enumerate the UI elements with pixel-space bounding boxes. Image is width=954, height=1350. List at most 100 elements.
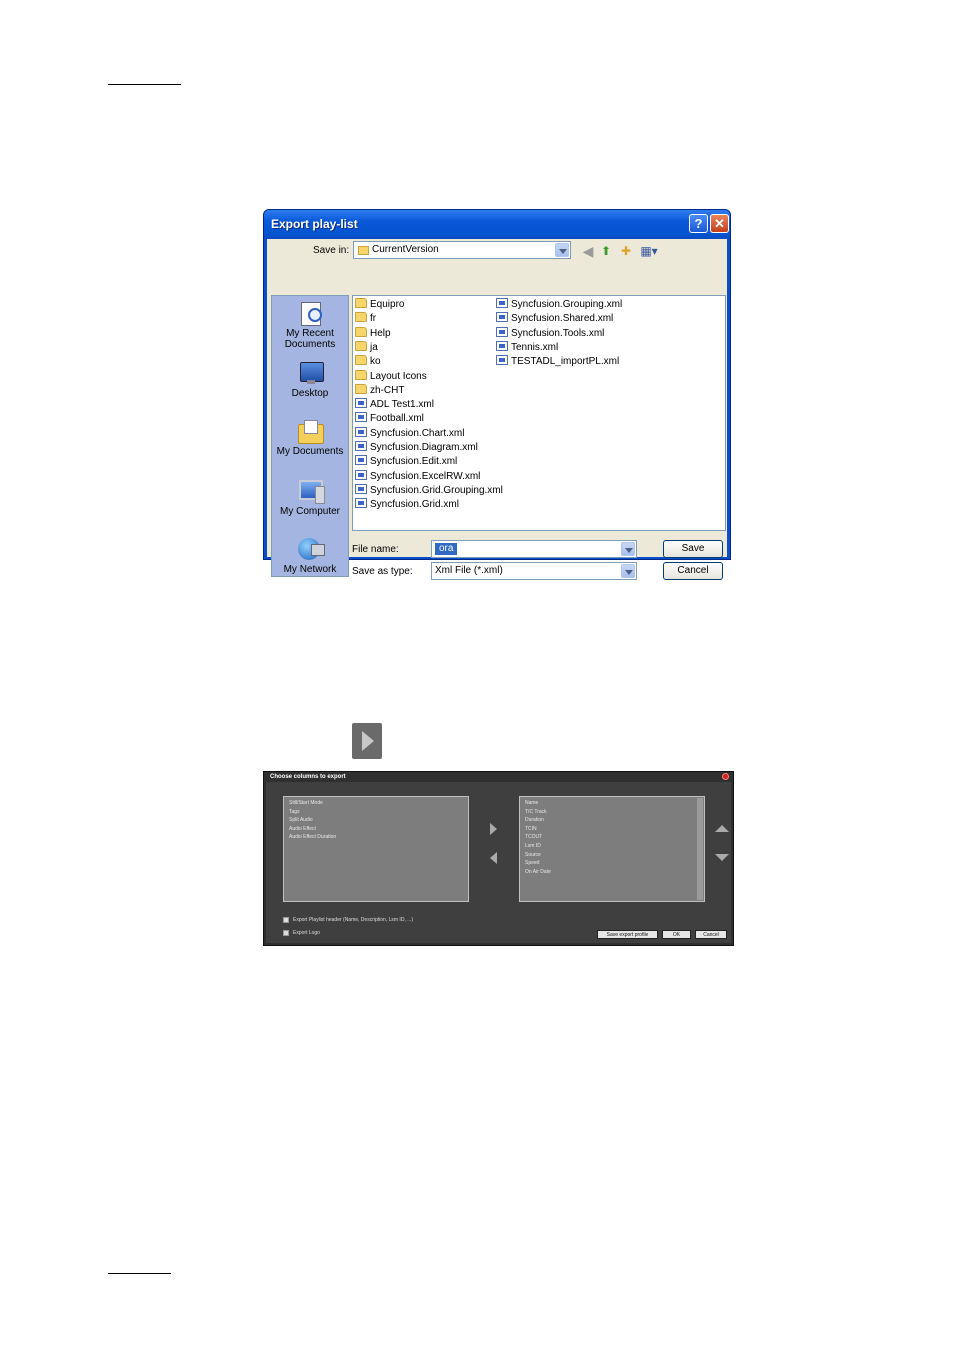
new-folder-icon[interactable]: ✚: [618, 243, 634, 259]
file-item[interactable]: zh-CHT: [355, 383, 404, 398]
xml-file-icon: [355, 455, 367, 466]
folder-icon: [355, 340, 367, 351]
save-in-label: Save in:: [313, 245, 350, 256]
column-item[interactable]: Duration: [525, 816, 544, 824]
chevron-down-icon[interactable]: [621, 542, 635, 556]
save-as-type-label: Save as type:: [352, 566, 413, 577]
file-name: ja: [370, 341, 378, 353]
file-name: ADL Test1.xml: [370, 399, 434, 411]
column-item[interactable]: Audio Effect: [289, 825, 316, 833]
move-right-button[interactable]: [352, 723, 382, 759]
column-item[interactable]: TCIN: [525, 825, 537, 833]
folder-icon: [355, 326, 367, 337]
save-in-combo[interactable]: CurrentVersion: [353, 241, 571, 259]
save-as-type-select[interactable]: Xml File (*.xml): [431, 562, 637, 580]
file-name-field[interactable]: ora: [431, 540, 637, 558]
desktop-icon: [295, 360, 325, 386]
move-down-icon[interactable]: [715, 854, 729, 861]
file-name: Syncfusion.Diagram.xml: [370, 442, 478, 453]
file-item[interactable]: Syncfusion.Diagram.xml: [355, 441, 478, 455]
place-label: My Recent Documents: [284, 328, 336, 350]
move-up-icon[interactable]: [715, 825, 729, 832]
file-item[interactable]: Syncfusion.Edit.xml: [355, 455, 457, 469]
save-button[interactable]: Save: [663, 540, 723, 558]
file-name: Syncfusion.Grid.xml: [370, 499, 459, 511]
file-item[interactable]: Syncfusion.Grid.Grouping.xml: [355, 483, 503, 498]
views-menu-icon[interactable]: ▦▾: [638, 243, 660, 259]
file-item[interactable]: TESTADL_importPL.xml: [496, 355, 619, 369]
save-export-profile-button[interactable]: Save export profile: [597, 930, 658, 939]
folder-icon: [355, 312, 367, 323]
file-name-label: File name:: [352, 544, 399, 555]
file-item[interactable]: ja: [355, 340, 378, 355]
file-name: Syncfusion.Tools.xml: [511, 327, 605, 339]
file-item[interactable]: Syncfusion.Chart.xml: [355, 426, 464, 441]
column-item[interactable]: Tags: [289, 808, 300, 816]
place-my-computer[interactable]: My Computer: [272, 478, 348, 517]
ok-button[interactable]: OK: [662, 930, 691, 939]
available-columns-list[interactable]: Still/Start Mode Tags Split Audio Audio Eff…: [283, 796, 469, 902]
up-folder-icon[interactable]: ⬆: [598, 243, 614, 259]
places-bar: My Recent Documents Desktop My Documents: [271, 295, 349, 577]
close-icon[interactable]: [722, 773, 729, 780]
place-my-documents[interactable]: My Documents: [272, 418, 348, 457]
chevron-down-icon[interactable]: [555, 243, 569, 257]
move-right-icon[interactable]: [490, 823, 497, 835]
back-icon[interactable]: ◀: [580, 243, 596, 259]
xml-file-icon: [355, 483, 367, 494]
close-button[interactable]: ✕: [710, 214, 729, 233]
place-desktop[interactable]: Desktop: [272, 360, 348, 399]
place-my-network[interactable]: My Network: [272, 536, 348, 575]
selected-columns-list[interactable]: Name T/C Track Duration TCIN TCOUT Lsm ID Sour…: [519, 796, 705, 902]
column-item[interactable]: Split Audio: [289, 816, 313, 824]
export-logo-label: Export Logo: [293, 930, 320, 936]
column-item[interactable]: Source: [525, 851, 541, 859]
footer-rule: [108, 1273, 171, 1274]
column-item[interactable]: Speed: [525, 859, 539, 867]
column-item[interactable]: On Air Date: [525, 868, 551, 876]
file-name: Syncfusion.Grouping.xml: [511, 299, 623, 310]
file-item[interactable]: Football.xml: [355, 412, 424, 426]
export-logo-checkbox[interactable]: [283, 930, 289, 936]
scrollbar[interactable]: [697, 798, 703, 900]
file-item[interactable]: Layout Icons: [355, 369, 427, 384]
xml-file-icon: [355, 469, 367, 480]
file-item[interactable]: fr: [355, 312, 376, 326]
file-item[interactable]: Syncfusion.ExcelRW.xml: [355, 469, 480, 484]
file-item[interactable]: Syncfusion.Grid.xml: [355, 498, 459, 512]
cancel-button[interactable]: Cancel: [663, 562, 723, 580]
recent-documents-icon: [295, 300, 325, 326]
file-item[interactable]: Help: [355, 326, 391, 341]
column-item[interactable]: Audio Effect Duration: [289, 833, 336, 841]
xml-file-icon: [355, 441, 367, 451]
export-playlist-dialog: Export play-list ? ✕ Save in: CurrentVer…: [263, 209, 731, 580]
save-as-type-value: Xml File (*.xml): [435, 565, 503, 576]
export-header-label: Export Playlist header (Name, Descriptio…: [293, 917, 414, 923]
file-item[interactable]: Syncfusion.Tools.xml: [496, 326, 605, 341]
save-in-value: CurrentVersion: [372, 244, 439, 255]
dialog-client: Save in: CurrentVersion ◀ ⬆ ✚ ▦▾ My Rece…: [267, 239, 727, 580]
file-name: Equipro: [370, 299, 405, 310]
file-item[interactable]: Syncfusion.Shared.xml: [496, 312, 613, 326]
file-item[interactable]: Equipro: [355, 298, 404, 312]
column-item[interactable]: Name: [525, 799, 538, 807]
place-recent-documents[interactable]: My Recent Documents: [272, 300, 348, 350]
file-item[interactable]: ADL Test1.xml: [355, 398, 434, 412]
place-label: My Network: [283, 564, 337, 575]
column-item[interactable]: T/C Track: [525, 808, 547, 816]
cancel-button[interactable]: Cancel: [695, 930, 727, 939]
column-item[interactable]: Still/Start Mode: [289, 799, 323, 807]
xml-file-icon: [496, 340, 508, 351]
file-item[interactable]: Tennis.xml: [496, 340, 559, 355]
export-header-checkbox[interactable]: [283, 917, 289, 923]
xml-file-icon: [355, 426, 367, 437]
file-item[interactable]: ko: [355, 355, 381, 369]
file-name: Tennis.xml: [511, 341, 559, 353]
help-button[interactable]: ?: [689, 214, 708, 233]
chevron-down-icon[interactable]: [621, 564, 635, 578]
column-item[interactable]: TCOUT: [525, 833, 542, 841]
column-item[interactable]: Lsm ID: [525, 842, 541, 850]
move-left-icon[interactable]: [490, 852, 497, 864]
file-list[interactable]: Equipro fr Help ja ko Layout Icons zh-CHT ADL T…: [352, 295, 726, 531]
file-item[interactable]: Syncfusion.Grouping.xml: [496, 298, 622, 312]
